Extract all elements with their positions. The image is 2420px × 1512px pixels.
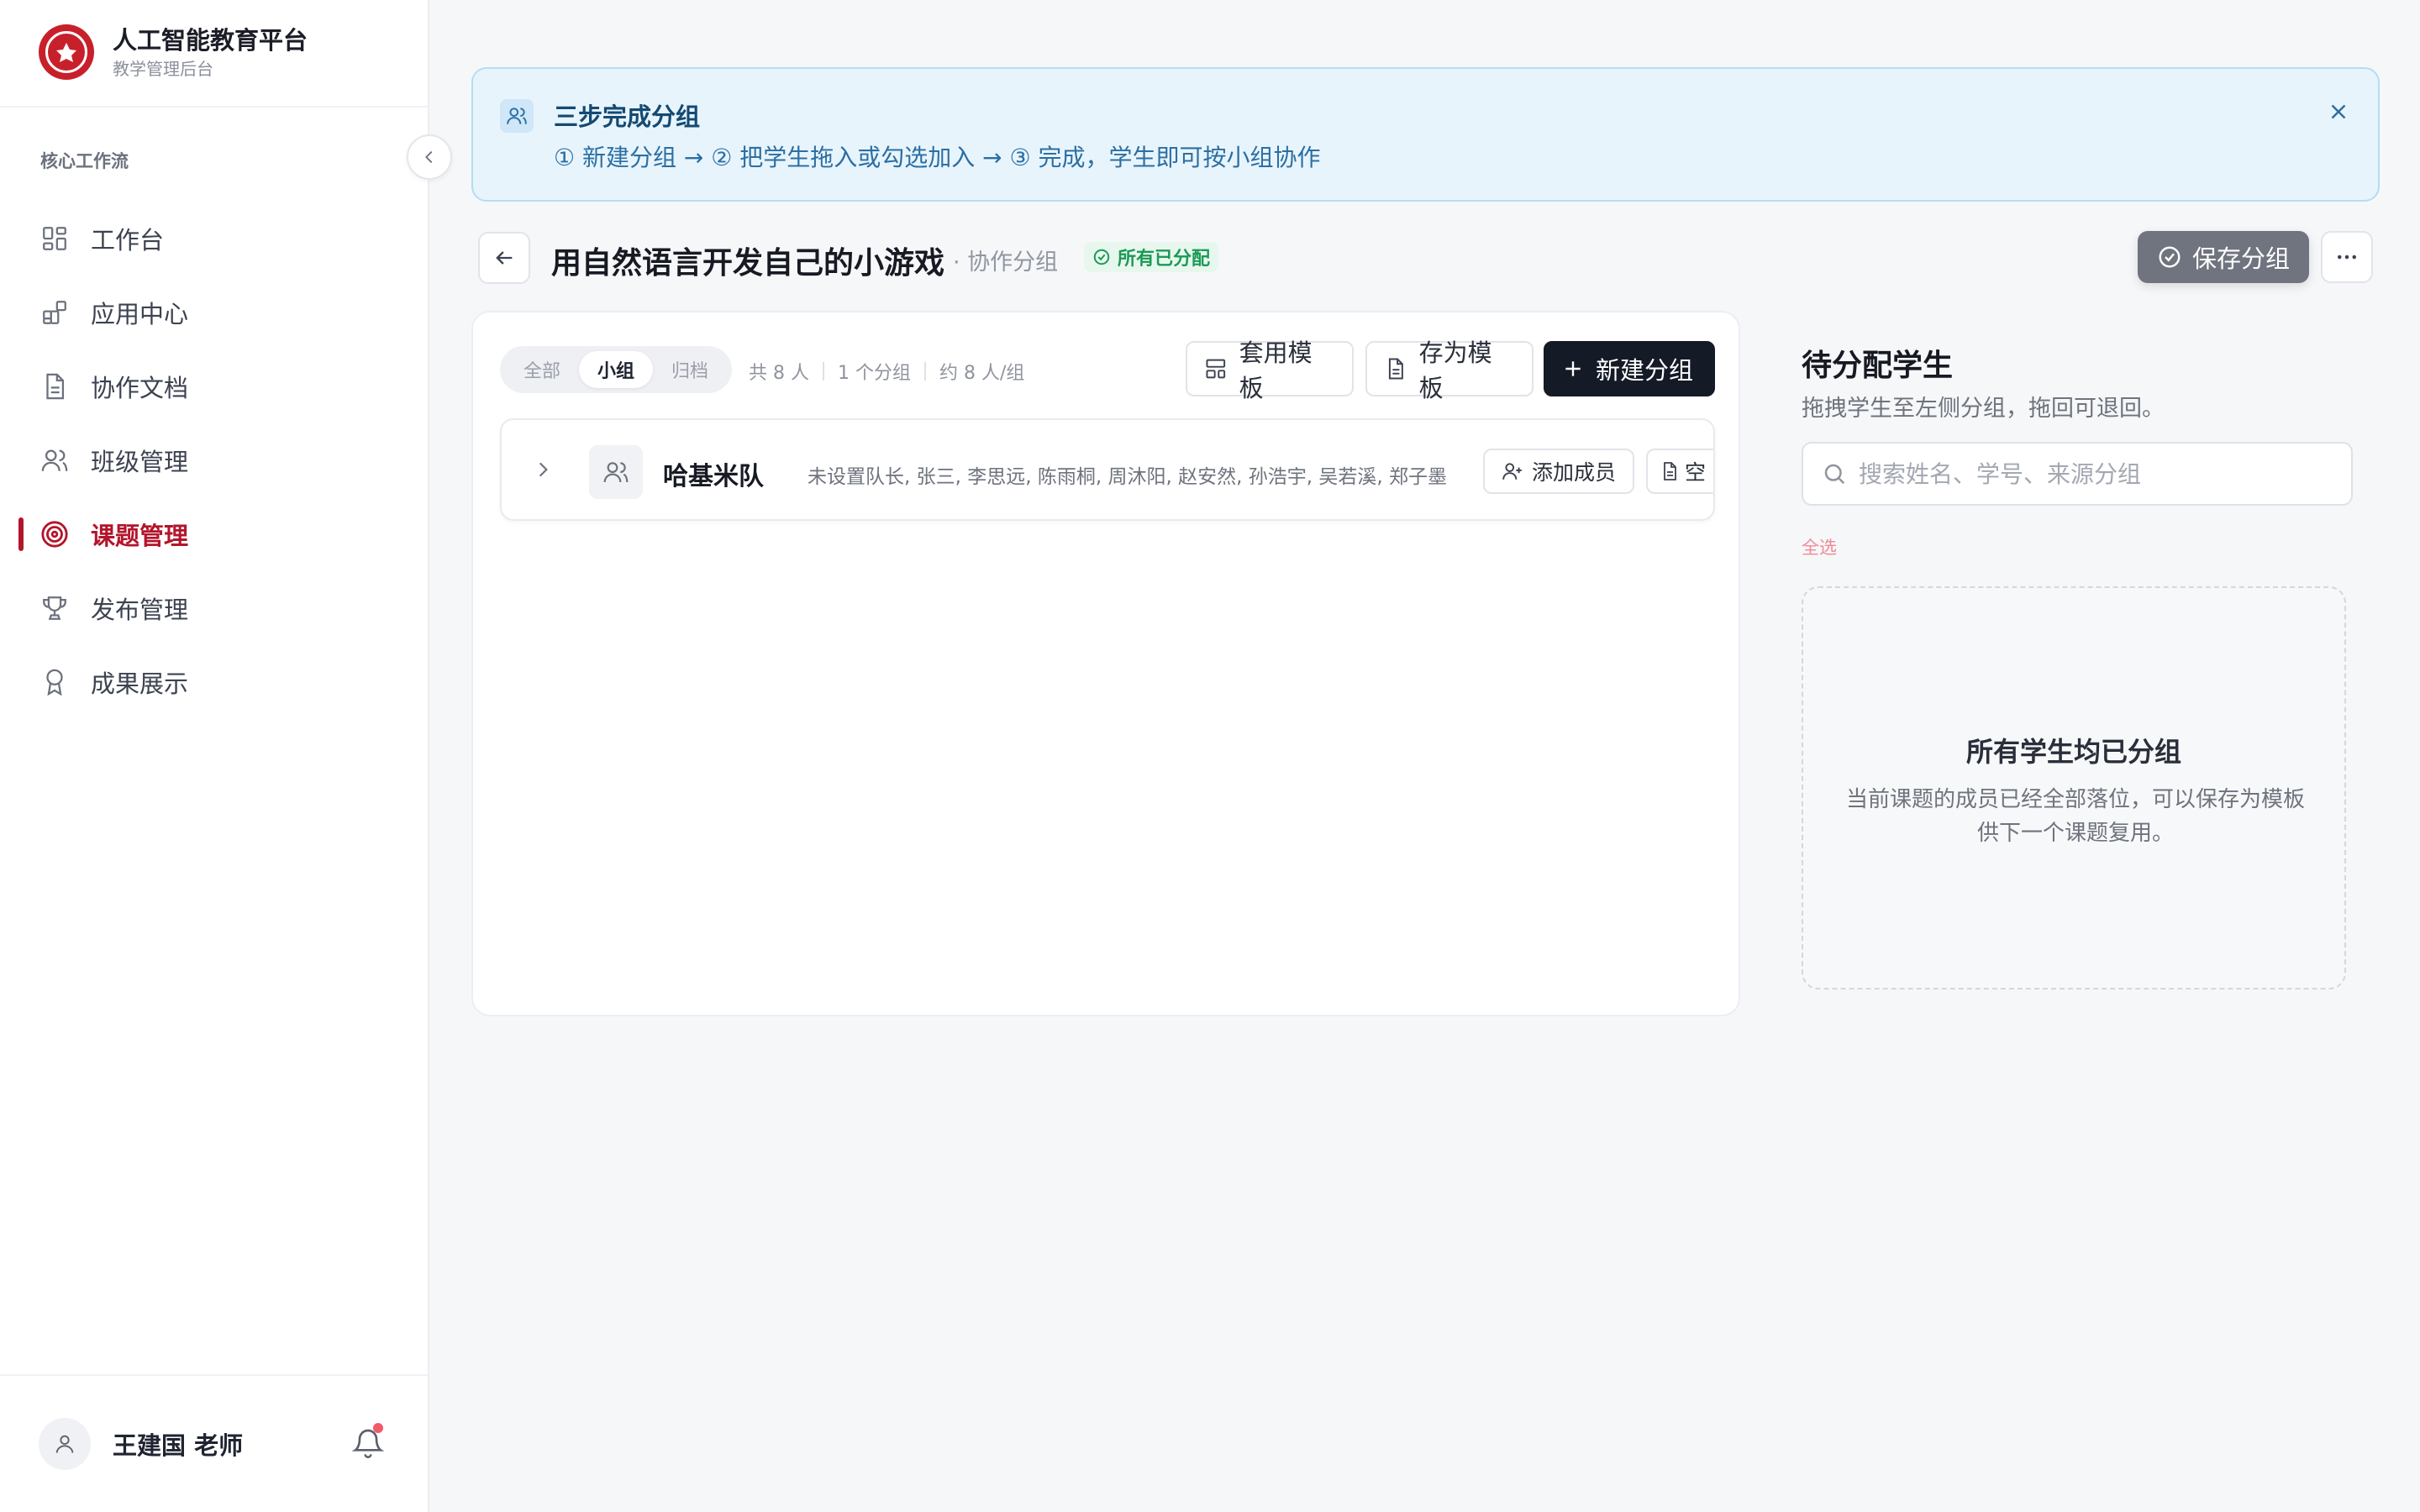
- apps-icon: [43, 301, 66, 324]
- layout-template-icon: [1206, 359, 1226, 379]
- status-badge: 所有已分配: [1084, 242, 1219, 272]
- target-icon: [41, 521, 68, 548]
- banner-title: 三步完成分组: [554, 102, 701, 131]
- plus-icon: [1565, 361, 1581, 376]
- users-icon: [41, 449, 68, 471]
- divider: [0, 1374, 428, 1376]
- group-row[interactable]: 哈基米队 未设置队长, 张三, 李思远, 陈雨桐, 周沐阳, 赵安然, 孙浩宇,…: [500, 418, 1715, 521]
- document-icon: [1388, 358, 1403, 380]
- group-name: 哈基米队: [663, 462, 764, 491]
- document-icon: [46, 373, 65, 400]
- sidebar-item-label: 发布管理: [91, 596, 189, 624]
- tab-all[interactable]: 全部: [505, 351, 579, 388]
- stat-avg: 约 8 人/组: [939, 363, 1025, 384]
- sidebar-item-topics[interactable]: 课题管理: [0, 497, 428, 571]
- apply-template-label: 套用模板: [1239, 339, 1313, 402]
- select-all-link[interactable]: 全选: [1802, 534, 1837, 559]
- notification-dot: [373, 1423, 383, 1433]
- nav-section-label: 核心工作流: [40, 151, 129, 171]
- sidebar-item-publish[interactable]: 发布管理: [0, 571, 428, 645]
- award-icon: [46, 669, 63, 696]
- sidebar-item-label: 应用中心: [91, 300, 189, 328]
- user-profile[interactable]: 王建国 老师: [39, 1418, 243, 1470]
- group-stats: 共 8 人 1 个分组 约 8 人/组: [749, 358, 1024, 385]
- empty-state-text: 当前课题的成员已经全部落位，可以保存为模板供下一个课题复用。: [1845, 787, 2305, 846]
- unassigned-dropzone[interactable]: 所有学生均已分组 当前课题的成员已经全部落位，可以保存为模板供下一个课题复用。: [1802, 586, 2346, 990]
- user-name: 王建国 老师: [113, 1431, 244, 1460]
- sidebar-nav: 工作台 应用中心 协作文档 班级管理 课题管理 发布管理 成果展示: [0, 202, 428, 719]
- unassigned-description: 拖拽学生至左侧分组，拖回可退回。: [1802, 396, 2165, 422]
- page-title: 用自然语言开发自己的小游戏: [551, 246, 945, 281]
- save-template-button[interactable]: 存为模板: [1365, 339, 1534, 402]
- sidebar-item-showcase[interactable]: 成果展示: [0, 645, 428, 719]
- sidebar-item-label: 工作台: [91, 226, 165, 255]
- back-button[interactable]: [478, 232, 530, 284]
- divider: [0, 106, 428, 108]
- check-circle-icon: [2159, 246, 2181, 268]
- more-horizontal-icon: [2338, 255, 2356, 260]
- status-label: 所有已分配: [1118, 249, 1211, 270]
- unassigned-title: 待分配学生: [1802, 349, 1954, 383]
- clear-group-label: 空: [1685, 460, 1707, 485]
- sidebar-item-classes[interactable]: 班级管理: [0, 423, 428, 497]
- check-circle-icon: [1093, 249, 1110, 265]
- new-group-label: 新建分组: [1596, 356, 1694, 385]
- sidebar-item-docs[interactable]: 协作文档: [0, 349, 428, 423]
- page-subtitle: · 协作分组: [953, 249, 1059, 276]
- empty-state-title: 所有学生均已分组: [1965, 736, 2181, 768]
- save-groups-button[interactable]: 保存分组: [2138, 231, 2309, 283]
- save-groups-label: 保存分组: [2191, 244, 2290, 273]
- brand[interactable]: 人工智能教育平台 教学管理后台: [39, 24, 308, 81]
- user-plus-icon: [1502, 463, 1522, 480]
- app-title: 人工智能教育平台: [113, 26, 308, 55]
- sidebar-item-label: 协作文档: [91, 374, 189, 402]
- sidebar-item-app-center[interactable]: 应用中心: [0, 276, 428, 349]
- dashboard-icon: [43, 227, 66, 250]
- tab-groups[interactable]: 小组: [579, 351, 654, 388]
- chevron-left-icon: [425, 150, 433, 164]
- apply-template-button[interactable]: 套用模板: [1186, 339, 1354, 402]
- trophy-icon: [43, 596, 66, 620]
- users-icon: [500, 99, 534, 133]
- sidebar-item-label: 班级管理: [91, 448, 189, 476]
- onboarding-banner: 三步完成分组 ① 新建分组 → ② 把学生拖入或勾选加入 → ③ 完成，学生即可…: [471, 67, 2380, 202]
- group-members: 未设置队长, 张三, 李思远, 陈雨桐, 周沐阳, 赵安然, 孙浩宇, 吴若溪,…: [808, 466, 1447, 488]
- arrow-left-icon: [496, 251, 513, 265]
- sidebar-item-label: 成果展示: [91, 669, 189, 698]
- tab-archived[interactable]: 归档: [653, 351, 727, 388]
- sidebar-item-label: 课题管理: [91, 522, 189, 550]
- groups-card: 全部 小组 归档 共 8 人 1 个分组 约 8 人/组 套用模板 存为模板 新…: [471, 311, 1740, 1016]
- stat-total: 共 8 人: [749, 363, 809, 384]
- search-input[interactable]: [1859, 459, 2346, 488]
- more-options-button[interactable]: [2321, 231, 2373, 283]
- sidebar: 人工智能教育平台 教学管理后台 核心工作流 工作台 应用中心 协作文档 班级管理…: [0, 0, 429, 1512]
- sidebar-item-workbench[interactable]: 工作台: [0, 202, 428, 276]
- avatar: [39, 1418, 91, 1470]
- close-icon[interactable]: [2326, 99, 2351, 124]
- document-icon: [1664, 462, 1676, 480]
- student-search[interactable]: [1802, 442, 2353, 506]
- stat-groups: 1 个分组: [837, 363, 911, 384]
- add-member-button[interactable]: 添加成员: [1483, 449, 1634, 494]
- users-icon: [589, 445, 643, 499]
- save-template-label: 存为模板: [1418, 339, 1492, 402]
- clear-group-button[interactable]: 空: [1646, 449, 1713, 494]
- banner-steps: ① 新建分组 → ② 把学生拖入或勾选加入 → ③ 完成，学生即可按小组协作: [554, 144, 1321, 171]
- divider: [923, 362, 926, 381]
- collapse-sidebar-button[interactable]: [407, 134, 452, 180]
- add-member-label: 添加成员: [1531, 460, 1616, 485]
- app-subtitle: 教学管理后台: [113, 59, 213, 79]
- search-icon: [1824, 464, 1845, 485]
- logo-icon: [39, 24, 94, 80]
- new-group-button[interactable]: 新建分组: [1544, 341, 1715, 396]
- chevron-right-icon[interactable]: [532, 459, 554, 480]
- group-filter-tabs: 全部 小组 归档: [500, 346, 733, 393]
- divider: [822, 362, 824, 381]
